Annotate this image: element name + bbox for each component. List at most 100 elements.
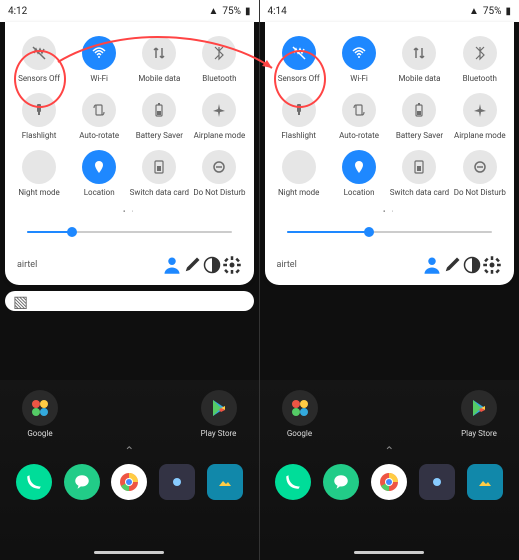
chrome-app[interactable] xyxy=(371,464,407,500)
tile-airplane[interactable]: Airplane mode xyxy=(189,93,249,140)
tile-sensors-off[interactable]: Sensors Off xyxy=(269,36,329,83)
status-bar: 4:14 ▲ 75% ▮ xyxy=(260,0,519,22)
folder-google[interactable]: Google xyxy=(22,390,58,438)
edit-icon[interactable] xyxy=(182,255,202,275)
camera-app[interactable] xyxy=(419,464,455,500)
tile-night-mode[interactable]: Night mode xyxy=(269,150,329,197)
tile-label: Sensors Off xyxy=(18,74,60,83)
signal-icon: ▲ xyxy=(469,6,479,17)
screenshot-icon: ▧ xyxy=(13,292,28,311)
tile-sensors-off[interactable]: Sensors Off xyxy=(9,36,69,83)
tile-label: Sensors Off xyxy=(278,74,320,83)
wifi-icon xyxy=(342,36,376,70)
theme-icon[interactable] xyxy=(462,255,482,275)
tile-dnd[interactable]: Do Not Disturb xyxy=(450,150,510,197)
folder-play store[interactable]: Play Store xyxy=(201,390,237,438)
gallery-app[interactable] xyxy=(467,464,503,500)
tile-battery-saver[interactable]: Battery Saver xyxy=(129,93,189,140)
chrome-app[interactable] xyxy=(111,464,147,500)
sim-icon xyxy=(142,150,176,184)
tile-airplane[interactable]: Airplane mode xyxy=(450,93,510,140)
nav-bar[interactable] xyxy=(354,551,424,554)
tile-dnd[interactable]: Do Not Disturb xyxy=(189,150,249,197)
batt-icon xyxy=(402,93,436,127)
battery-icon: ▮ xyxy=(505,6,511,17)
app-drawer-caret[interactable]: ⌃ xyxy=(260,438,519,460)
user-icon[interactable] xyxy=(422,255,442,275)
nav-bar[interactable] xyxy=(94,551,164,554)
tile-bluetooth[interactable]: Bluetooth xyxy=(450,36,510,83)
tile-mobile-data[interactable]: Mobile data xyxy=(389,36,449,83)
tile-auto-rotate[interactable]: Auto-rotate xyxy=(69,93,129,140)
tile-mobile-data[interactable]: Mobile data xyxy=(129,36,189,83)
gallery-app[interactable] xyxy=(207,464,243,500)
tile-label: Battery Saver xyxy=(136,131,183,140)
tile-label: Bluetooth xyxy=(202,74,236,83)
edit-icon[interactable] xyxy=(442,255,462,275)
brightness-slider[interactable] xyxy=(265,218,515,249)
folder-google[interactable]: Google xyxy=(282,390,318,438)
dock xyxy=(260,460,519,500)
folder-play store[interactable]: Play Store xyxy=(461,390,497,438)
tile-wifi[interactable]: Wi-Fi xyxy=(69,36,129,83)
tile-label: Mobile data xyxy=(398,74,440,83)
folder-label: Play Store xyxy=(201,429,237,438)
tile-label: Night mode xyxy=(18,188,59,197)
carrier-label: airtel xyxy=(17,260,37,270)
brightness-slider[interactable] xyxy=(5,218,254,249)
tile-auto-rotate[interactable]: Auto-rotate xyxy=(329,93,389,140)
wifi-icon xyxy=(82,36,116,70)
phone-app[interactable] xyxy=(16,464,52,500)
tile-label: Switch data card xyxy=(130,188,189,197)
tile-switch-data[interactable]: Switch data card xyxy=(389,150,449,197)
tile-label: Mobile data xyxy=(138,74,180,83)
tile-label: Battery Saver xyxy=(396,131,443,140)
carrier-label: airtel xyxy=(277,260,297,270)
home-screen: Google Play Store ⌃ xyxy=(260,380,519,560)
camera-app[interactable] xyxy=(159,464,195,500)
tile-location[interactable]: Location xyxy=(329,150,389,197)
phone-left: 4:12 ▲ 75% ▮ Sensors Off Wi-Fi Mobile da… xyxy=(0,0,260,560)
tile-bluetooth[interactable]: Bluetooth xyxy=(189,36,249,83)
clock: 4:14 xyxy=(268,6,287,17)
bt-icon xyxy=(463,36,497,70)
folder-label: Google xyxy=(27,429,52,438)
messages-app[interactable] xyxy=(64,464,100,500)
plane-icon xyxy=(202,93,236,127)
tile-flashlight[interactable]: Flashlight xyxy=(9,93,69,140)
phone-right: 4:14 ▲ 75% ▮ Sensors Off Wi-Fi Mobile da… xyxy=(260,0,519,560)
settings-icon[interactable] xyxy=(222,255,242,275)
notification-card[interactable]: ▧ xyxy=(5,291,254,311)
messages-app[interactable] xyxy=(323,464,359,500)
tile-label: Airplane mode xyxy=(454,131,506,140)
home-screen: Google Play Store ⌃ xyxy=(0,380,259,560)
tile-label: Switch data card xyxy=(390,188,449,197)
tile-switch-data[interactable]: Switch data card xyxy=(129,150,189,197)
dock xyxy=(0,460,259,500)
data-icon xyxy=(402,36,436,70)
theme-icon[interactable] xyxy=(202,255,222,275)
clock: 4:12 xyxy=(8,6,27,17)
batt-icon xyxy=(142,93,176,127)
dnd-icon xyxy=(202,150,236,184)
bt-icon xyxy=(202,36,236,70)
tile-label: Auto-rotate xyxy=(79,131,119,140)
tile-label: Auto-rotate xyxy=(339,131,379,140)
loc-icon xyxy=(82,150,116,184)
tile-label: Flashlight xyxy=(22,131,57,140)
tile-night-mode[interactable]: Night mode xyxy=(9,150,69,197)
tile-label: Wi-Fi xyxy=(350,74,368,83)
tile-wifi[interactable]: Wi-Fi xyxy=(329,36,389,83)
phone-app[interactable] xyxy=(275,464,311,500)
sensors-icon xyxy=(282,36,316,70)
dnd-icon xyxy=(463,150,497,184)
settings-icon[interactable] xyxy=(482,255,502,275)
app-drawer-caret[interactable]: ⌃ xyxy=(0,438,259,460)
tile-location[interactable]: Location xyxy=(69,150,129,197)
tile-battery-saver[interactable]: Battery Saver xyxy=(389,93,449,140)
user-icon[interactable] xyxy=(162,255,182,275)
qs-panel: Sensors Off Wi-Fi Mobile data Bluetooth … xyxy=(5,22,254,285)
tile-flashlight[interactable]: Flashlight xyxy=(269,93,329,140)
battery-pct: 75% xyxy=(483,6,502,17)
tile-label: Flashlight xyxy=(281,131,316,140)
